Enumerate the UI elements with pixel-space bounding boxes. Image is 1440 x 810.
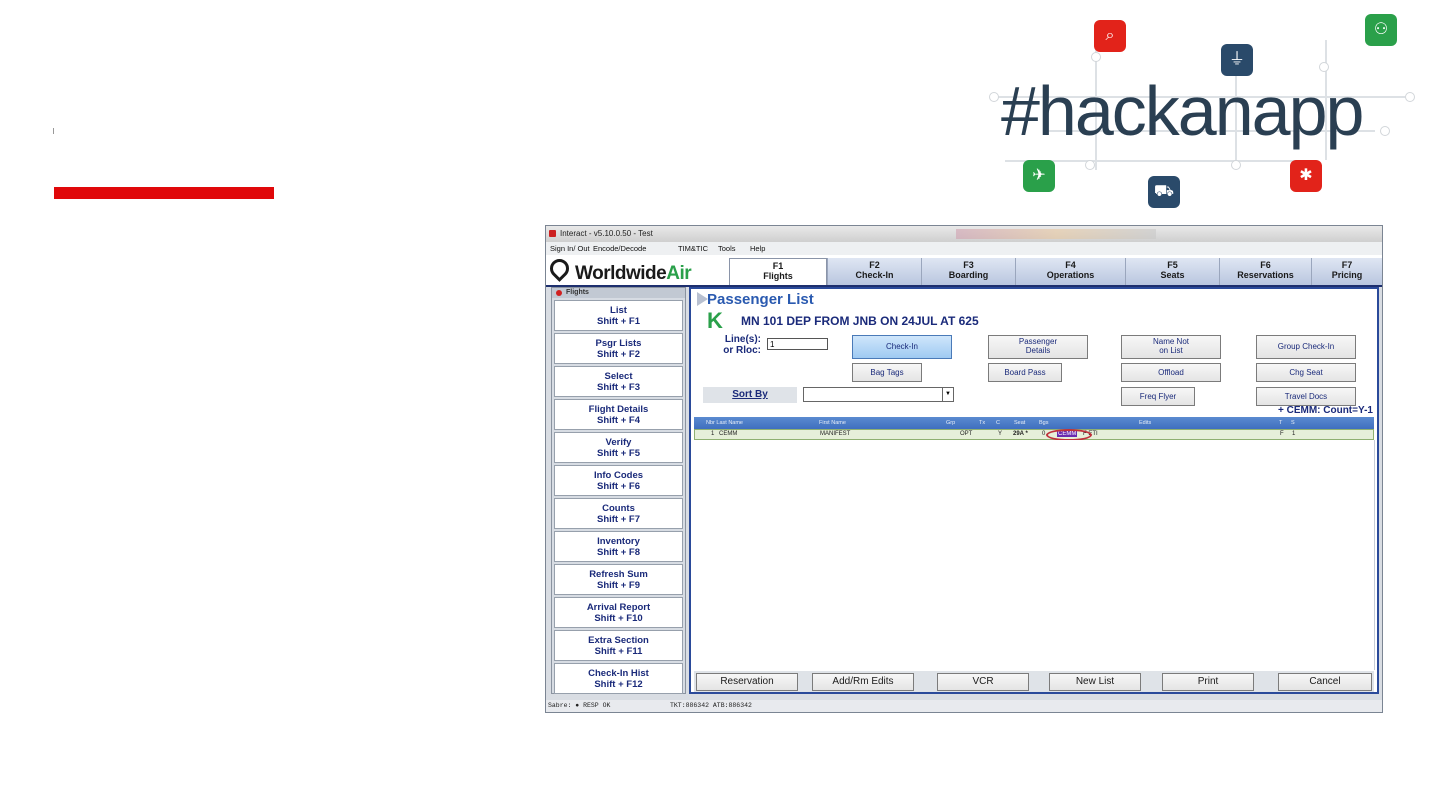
title-bar: Interact - v5.10.0.50 - Test <box>546 226 1382 242</box>
s-value: 1 <box>1292 431 1296 437</box>
tab-boarding[interactable]: F3 Boarding <box>921 258 1015 285</box>
check-in-button[interactable]: Check-In <box>852 335 952 359</box>
column-header[interactable]: Edits <box>1139 420 1151 426</box>
group-icon: ⚇ <box>1365 14 1397 46</box>
title-bar-glare <box>956 229 1156 239</box>
passenger-details-button[interactable]: Passenger Details <box>988 335 1088 359</box>
column-header[interactable]: Nbr Last Name <box>706 420 743 426</box>
column-header[interactable]: Grp <box>946 420 955 426</box>
vcr-button[interactable]: VCR <box>937 673 1029 691</box>
menu-tim-tic[interactable]: TIM&TIC <box>678 244 708 253</box>
lines-rloc-label: Line(s): or Rloc: <box>723 334 761 356</box>
connection-status: Sabre: ● RESP OK <box>548 702 611 709</box>
window-title: Interact - v5.10.0.50 - Test <box>560 229 653 238</box>
sort-by-label: Sort By <box>703 387 797 403</box>
tab-operations[interactable]: F4 Operations <box>1015 258 1125 285</box>
column-header[interactable]: S <box>1291 420 1295 426</box>
first-name: MANIFEST <box>820 431 851 437</box>
airplane-icon: ✈ <box>1023 160 1055 192</box>
hashtag-title: #hackanapp <box>1001 72 1364 150</box>
class-value: Y <box>998 431 1003 437</box>
sidebar-item-select[interactable]: Select Shift + F3 <box>554 366 683 397</box>
passenger-table-body <box>694 440 1375 670</box>
passenger-table-header: Nbr Last Name First Name Grp Tx C Seat B… <box>694 417 1374 429</box>
count-status: + CEMM: Count=Y-1 <box>1277 405 1373 416</box>
tab-pricing[interactable]: F7 Pricing <box>1311 258 1382 285</box>
menu-encode-decode[interactable]: Encode/Decode <box>593 244 646 253</box>
menu-sign-in-out[interactable]: Sign In/ Out <box>550 244 590 253</box>
sidebar-item-inventory[interactable]: Inventory Shift + F8 <box>554 531 683 562</box>
cancel-button[interactable]: Cancel <box>1278 673 1372 691</box>
menu-tools[interactable]: Tools <box>718 244 736 253</box>
column-header[interactable]: C <box>996 420 1000 426</box>
tx-value: OPT <box>960 431 973 437</box>
hackanapp-logo: ⌕ ⏚ ⚇ ✈ ⛟ ✱ #hackanapp <box>985 10 1415 215</box>
chg-seat-button[interactable]: Chg Seat <box>1256 363 1356 382</box>
sidebar-item-counts[interactable]: Counts Shift + F7 <box>554 498 683 529</box>
menu-help[interactable]: Help <box>750 244 765 253</box>
tab-flights[interactable]: F1 Flights <box>729 258 827 285</box>
function-tab-bar: WorldwideAir F1 Flights F2 Check-In F3 Boar… <box>546 255 1382 287</box>
app-window: Interact - v5.10.0.50 - Test Sign In/ Ou… <box>545 225 1383 713</box>
new-list-button[interactable]: New List <box>1049 673 1141 691</box>
name-not-on-list-button[interactable]: Name Not on List <box>1121 335 1221 359</box>
group-check-in-button[interactable]: Group Check-In <box>1256 335 1356 359</box>
network-icon: ✱ <box>1290 160 1322 192</box>
bottom-action-bar: Reservation Add/Rm Edits VCR New List Pr… <box>694 671 1374 692</box>
app-icon <box>549 230 556 237</box>
chevron-down-icon[interactable]: ▼ <box>942 388 953 401</box>
freq-flyer-button[interactable]: Freq Flyer <box>1121 387 1195 406</box>
flights-icon <box>556 290 562 296</box>
sidebar-item-refresh-sum[interactable]: Refresh Sum Shift + F9 <box>554 564 683 595</box>
reservation-button[interactable]: Reservation <box>696 673 798 691</box>
luggage-cart-icon: ⛟ <box>1148 176 1180 208</box>
ticket-status: TKT:886342 ATB:886342 <box>670 702 752 709</box>
menu-bar: Sign In/ Out Encode/Decode TIM&TIC Tools… <box>546 242 1382 256</box>
add-rm-edits-button[interactable]: Add/Rm Edits <box>812 673 914 691</box>
lines-rloc-input[interactable] <box>767 338 828 350</box>
sort-by-select[interactable]: ▼ <box>803 387 954 402</box>
sidebar-item-list[interactable]: List Shift + F1 <box>554 300 683 331</box>
sidebar-item-verify[interactable]: Verify Shift + F5 <box>554 432 683 463</box>
sidebar-item-check-in-hist[interactable]: Check-In Hist Shift + F12 <box>554 663 683 694</box>
column-header[interactable]: Seat <box>1014 420 1025 426</box>
seat-value: 29A * <box>1013 431 1028 437</box>
slide-tick-mark <box>53 128 54 134</box>
flight-info: MN 101 DEP FROM JNB ON 24JUL AT 625 <box>741 314 979 328</box>
sidebar-header: Flights <box>552 288 685 298</box>
sidebar-item-arrival-report[interactable]: Arrival Report Shift + F10 <box>554 597 683 628</box>
tab-check-in[interactable]: F2 Check-In <box>827 258 921 285</box>
print-button[interactable]: Print <box>1162 673 1254 691</box>
page-title: Passenger List <box>707 291 814 308</box>
worldwideair-logo: WorldwideAir <box>546 255 692 285</box>
sidebar-item-extra-section[interactable]: Extra Section Shift + F11 <box>554 630 683 661</box>
search-icon: ⌕ <box>1094 20 1126 52</box>
bags-value: 0 <box>1042 431 1046 437</box>
location-pin-icon <box>546 255 573 282</box>
column-header[interactable]: T <box>1279 420 1282 426</box>
accent-bar <box>54 187 274 199</box>
offload-button[interactable]: Offload <box>1121 363 1221 382</box>
tab-seats[interactable]: F5 Seats <box>1125 258 1219 285</box>
table-row[interactable]: 1 CEMM MANIFEST OPT Y 29A * 0 CEMM F ETI… <box>694 429 1374 440</box>
tab-reservations[interactable]: F6 Reservations <box>1219 258 1311 285</box>
status-bar: Sabre: ● RESP OK TKT:886342 ATB:886342 <box>546 700 1382 712</box>
column-header[interactable]: Tx <box>979 420 985 426</box>
travel-docs-button[interactable]: Travel Docs <box>1256 387 1356 406</box>
passenger-list-panel: Passenger List K MN 101 DEP FROM JNB ON … <box>689 287 1379 694</box>
sidebar: Flights List Shift + F1 Psgr Lists Shift +… <box>551 287 686 694</box>
sidebar-item-info-codes[interactable]: Info Codes Shift + F6 <box>554 465 683 496</box>
row-number: 1 <box>711 431 715 437</box>
last-name: CEMM <box>719 431 738 437</box>
sidebar-item-flight-details[interactable]: Flight Details Shift + F4 <box>554 399 683 430</box>
sidebar-item-psgr-lists[interactable]: Psgr Lists Shift + F2 <box>554 333 683 364</box>
column-header[interactable]: Bgs <box>1039 420 1048 426</box>
t-value: F <box>1280 431 1284 437</box>
bag-tags-button[interactable]: Bag Tags <box>852 363 922 382</box>
airline-logo: K <box>707 308 723 333</box>
column-header[interactable]: First Name <box>819 420 846 426</box>
board-pass-button[interactable]: Board Pass <box>988 363 1062 382</box>
